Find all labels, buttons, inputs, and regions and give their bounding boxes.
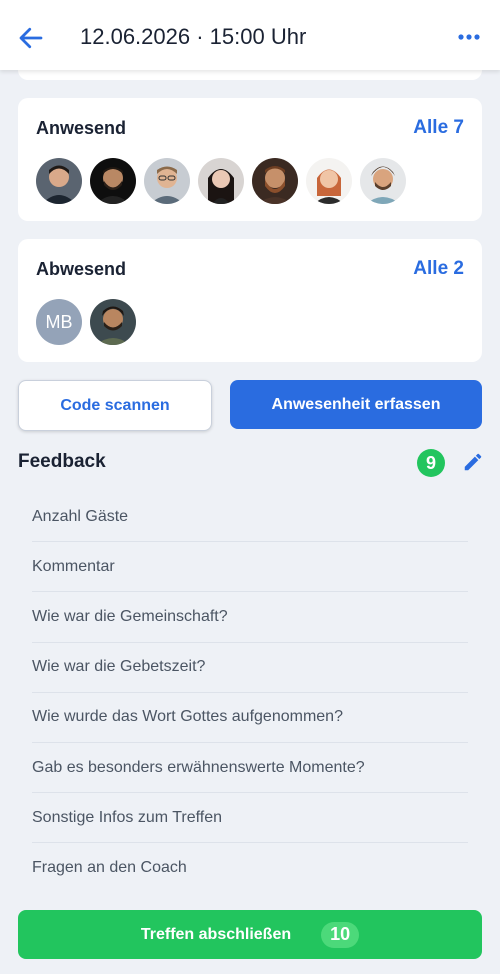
feedback-list: Anzahl Gäste Kommentar Wie war die Gemei… (32, 492, 468, 894)
feedback-item-coach-questions[interactable]: Fragen an den Coach (32, 843, 468, 893)
avatar[interactable] (360, 158, 406, 204)
finish-count-badge: 10 (321, 921, 360, 948)
absent-all-link[interactable]: Alle 2 (413, 258, 464, 280)
avatar[interactable] (198, 158, 244, 204)
feedback-item-word[interactable]: Wie wurde das Wort Gottes aufgenommen? (32, 693, 468, 743)
feedback-item-prayer[interactable]: Wie war die Gebetszeit? (32, 643, 468, 693)
absent-avatar-list: MB (36, 299, 144, 345)
feedback-count-badge: 9 (417, 449, 445, 477)
more-horizontal-icon (458, 34, 480, 40)
avatar[interactable] (36, 158, 82, 204)
avatar[interactable] (306, 158, 352, 204)
avatar[interactable] (144, 158, 190, 204)
finish-meeting-button[interactable]: Treffen abschließen 10 (18, 910, 482, 959)
feedback-title: Feedback (18, 451, 106, 472)
back-button[interactable] (16, 23, 46, 53)
avatar[interactable] (90, 158, 136, 204)
present-title: Anwesend (36, 118, 127, 138)
top-app-bar: 12.06.2026 · 15:00 Uhr (0, 0, 500, 70)
feedback-item-community[interactable]: Wie war die Gemeinschaft? (32, 592, 468, 643)
feedback-item-other-info[interactable]: Sonstige Infos zum Treffen (32, 793, 468, 844)
record-attendance-button[interactable]: Anwesenheit erfassen (230, 380, 482, 429)
feedback-item-moments[interactable]: Gab es besonders erwähnenswerte Momente? (32, 743, 468, 794)
arrow-left-icon (19, 27, 43, 49)
avatar[interactable] (90, 299, 136, 345)
finish-meeting-label: Treffen abschließen (140, 925, 292, 943)
absent-title: Abwesend (36, 259, 127, 279)
pencil-icon (464, 453, 482, 471)
page-title: 12.06.2026 · 15:00 Uhr (80, 24, 307, 49)
absent-card: Abwesend Alle 2 MB (18, 239, 482, 362)
present-all-link[interactable]: Alle 7 (413, 117, 464, 139)
present-avatar-list (36, 158, 414, 204)
present-card: Anwesend Alle 7 (18, 98, 482, 221)
feedback-item-comment[interactable]: Kommentar (32, 542, 468, 593)
avatar[interactable] (252, 158, 298, 204)
edit-feedback-button[interactable] (462, 451, 484, 473)
avatar-initials[interactable]: MB (36, 299, 82, 345)
scan-code-button[interactable]: Code scannen (18, 380, 212, 431)
more-options-button[interactable] (456, 26, 482, 48)
feedback-item-guests[interactable]: Anzahl Gäste (32, 492, 468, 543)
